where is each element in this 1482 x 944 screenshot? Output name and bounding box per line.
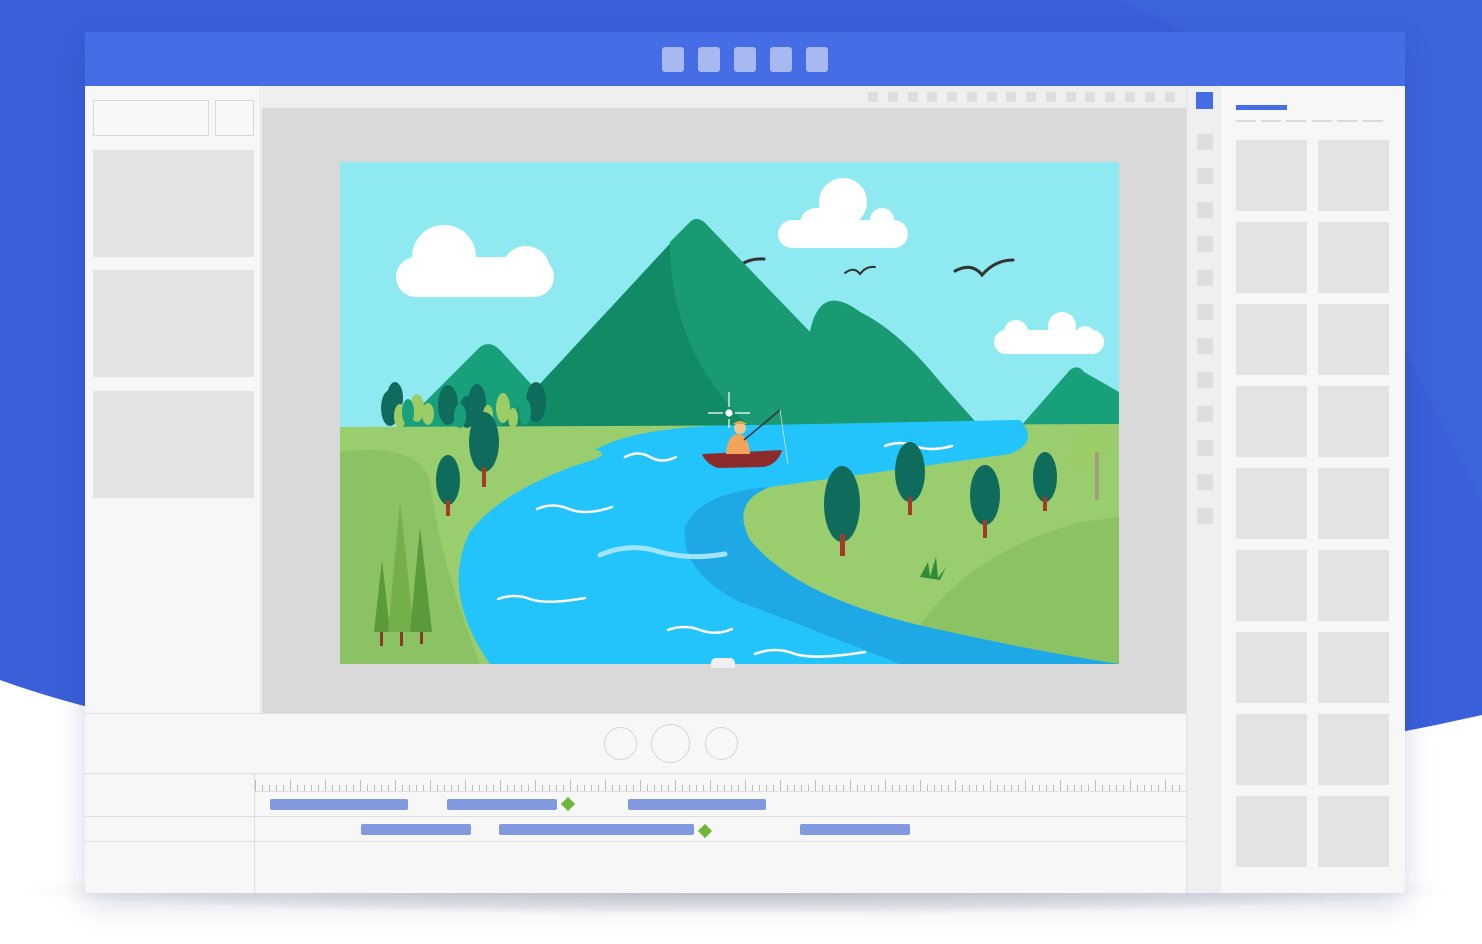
asset-tile[interactable]: [1318, 386, 1389, 457]
tool-button[interactable]: [1197, 508, 1213, 524]
asset-tile[interactable]: [1236, 386, 1307, 457]
tool-button[interactable]: [1197, 440, 1213, 456]
canvas-tool-8[interactable]: [1006, 92, 1016, 102]
stage-resize-handle[interactable]: [711, 658, 735, 668]
asset-tab[interactable]: [1261, 120, 1281, 122]
canvas-tool-5[interactable]: [947, 92, 957, 102]
tool-button[interactable]: [1197, 406, 1213, 422]
toolbar-button-5[interactable]: [806, 46, 828, 72]
canvas-tool-11[interactable]: [1066, 92, 1076, 102]
canvas-tool-15[interactable]: [1145, 92, 1155, 102]
previous-button[interactable]: [604, 727, 637, 760]
canvas-tool-2[interactable]: [888, 92, 898, 102]
slide-thumbnail-1[interactable]: [93, 150, 254, 257]
asset-tile[interactable]: [1318, 714, 1389, 785]
tool-button[interactable]: [1197, 270, 1213, 286]
tool-button[interactable]: [1197, 168, 1213, 184]
tool-button[interactable]: [1197, 236, 1213, 252]
canvas-tool-10[interactable]: [1046, 92, 1056, 102]
playback-controls: [85, 713, 1186, 773]
search-button[interactable]: [215, 100, 254, 136]
timeline-clip[interactable]: [800, 824, 910, 835]
asset-tile[interactable]: [1318, 550, 1389, 621]
canvas-tool-12[interactable]: [1085, 92, 1095, 102]
asset-tab-active[interactable]: [1236, 105, 1287, 110]
asset-tile[interactable]: [1318, 796, 1389, 867]
asset-tile[interactable]: [1318, 222, 1389, 293]
asset-tab[interactable]: [1363, 120, 1383, 122]
canvas-tool-1[interactable]: [868, 92, 878, 102]
toolbar-button-4[interactable]: [770, 46, 792, 72]
asset-tile[interactable]: [1236, 140, 1307, 211]
right-tool-strip: [1186, 86, 1221, 893]
asset-tile[interactable]: [1236, 222, 1307, 293]
toolbar-button-2[interactable]: [698, 46, 720, 72]
asset-tab[interactable]: [1236, 120, 1256, 122]
canvas-tool-4[interactable]: [927, 92, 937, 102]
toolbar-button-1[interactable]: [662, 46, 684, 72]
tool-button[interactable]: [1197, 338, 1213, 354]
asset-tile[interactable]: [1318, 632, 1389, 703]
asset-tile[interactable]: [1236, 632, 1307, 703]
toolbar-button-3[interactable]: [734, 46, 756, 72]
asset-tab[interactable]: [1337, 120, 1357, 122]
asset-tile[interactable]: [1236, 304, 1307, 375]
canvas-tool-7[interactable]: [987, 92, 997, 102]
tool-button[interactable]: [1197, 474, 1213, 490]
timeline-clip[interactable]: [447, 799, 557, 810]
timeline-clip[interactable]: [361, 824, 471, 835]
left-panel: [85, 86, 261, 713]
tool-button[interactable]: [1197, 304, 1213, 320]
asset-tab[interactable]: [1286, 120, 1306, 122]
asset-tile[interactable]: [1236, 468, 1307, 539]
landscape-illustration: [340, 162, 1119, 664]
track-label-divider: [254, 774, 255, 893]
timeline: [85, 773, 1186, 893]
canvas-toolbar: [262, 86, 1186, 109]
app-root: [0, 0, 1482, 944]
timeline-clip[interactable]: [270, 799, 408, 810]
slide-thumbnail-3[interactable]: [93, 391, 254, 498]
scene-stage[interactable]: [340, 162, 1119, 664]
timeline-clip[interactable]: [499, 824, 694, 835]
canvas-tool-13[interactable]: [1105, 92, 1115, 102]
editor-window: [85, 32, 1405, 893]
asset-panel: [1221, 86, 1405, 893]
canvas-area: [262, 86, 1186, 713]
asset-tab[interactable]: [1312, 120, 1332, 122]
canvas-tool-3[interactable]: [908, 92, 918, 102]
asset-tile[interactable]: [1236, 550, 1307, 621]
canvas-tool-9[interactable]: [1026, 92, 1036, 102]
asset-tile[interactable]: [1318, 468, 1389, 539]
slide-thumbnail-2[interactable]: [93, 270, 254, 377]
canvas-tool-16[interactable]: [1165, 92, 1175, 102]
asset-tile[interactable]: [1318, 140, 1389, 211]
asset-tile[interactable]: [1236, 796, 1307, 867]
play-button[interactable]: [651, 724, 690, 763]
title-bar: [85, 32, 1405, 86]
tool-button[interactable]: [1197, 134, 1213, 150]
canvas-tool-14[interactable]: [1125, 92, 1135, 102]
timeline-clip[interactable]: [628, 799, 766, 810]
tool-button-active[interactable]: [1196, 92, 1213, 109]
tool-button[interactable]: [1197, 372, 1213, 388]
canvas-tool-6[interactable]: [967, 92, 977, 102]
asset-tile[interactable]: [1318, 304, 1389, 375]
asset-tile[interactable]: [1236, 714, 1307, 785]
tool-button[interactable]: [1197, 202, 1213, 218]
next-button[interactable]: [705, 727, 738, 760]
timeline-ruler[interactable]: [255, 774, 1186, 792]
search-input[interactable]: [93, 100, 209, 136]
